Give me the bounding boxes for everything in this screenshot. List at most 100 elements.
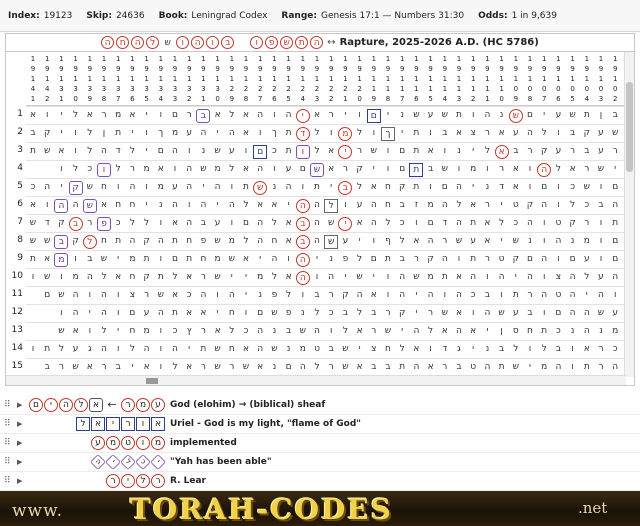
letter-cell[interactable]: ו xyxy=(537,235,551,249)
letter-cell[interactable]: ה xyxy=(551,235,565,249)
letter-cell[interactable]: ר xyxy=(480,127,494,141)
highlighted-letter-cell[interactable]: ם xyxy=(366,109,381,123)
letter-cell[interactable]: ה xyxy=(168,343,182,357)
letter-cell[interactable]: י xyxy=(324,181,338,195)
highlighted-letter-cell[interactable]: ה xyxy=(537,163,552,177)
letter-cell[interactable]: ר xyxy=(523,145,537,159)
expand-icon[interactable]: ▶ xyxy=(17,420,22,428)
letter-cell[interactable]: ב xyxy=(367,307,381,321)
letter-cell[interactable]: ם xyxy=(551,307,565,321)
letter-cell[interactable]: כ xyxy=(395,217,409,231)
letter-cell[interactable]: י xyxy=(466,145,480,159)
letter-cell[interactable]: ה xyxy=(310,217,324,231)
letter-cell[interactable]: י xyxy=(509,271,523,285)
letter-cell[interactable]: ה xyxy=(310,325,324,339)
vertical-scroll-thumb[interactable] xyxy=(626,82,633,172)
letter-cell[interactable]: ר xyxy=(495,163,509,177)
letter-cell[interactable]: ב xyxy=(424,163,438,177)
letter-cell[interactable]: י xyxy=(395,325,409,339)
letter-cell[interactable]: ע xyxy=(338,235,352,249)
letter-cell[interactable]: ה xyxy=(480,307,494,321)
letter-cell[interactable]: ה xyxy=(452,289,466,303)
letter-cell[interactable]: ה xyxy=(452,325,466,339)
highlighted-letter-cell[interactable]: ב xyxy=(54,235,69,249)
letter-cell[interactable]: י xyxy=(125,361,139,375)
letter-cell[interactable]: מ xyxy=(253,271,267,285)
letter-cell[interactable]: ת xyxy=(395,361,409,375)
letter-cell[interactable]: ב xyxy=(509,145,523,159)
letter-cell[interactable]: ו xyxy=(480,163,494,177)
letter-cell[interactable]: ל xyxy=(338,325,352,339)
letter-cell[interactable]: ש xyxy=(26,235,40,249)
letter-cell[interactable]: ו xyxy=(324,325,338,339)
letter-cell[interactable]: ב xyxy=(282,325,296,339)
letter-cell[interactable]: מ xyxy=(69,271,83,285)
letter-cell[interactable]: ו xyxy=(239,145,253,159)
letter-cell[interactable]: ש xyxy=(509,361,523,375)
letter-cell[interactable]: ה xyxy=(40,181,54,195)
letter-cell[interactable]: י xyxy=(381,109,395,123)
letter-cell[interactable]: ו xyxy=(111,289,125,303)
letter-cell[interactable]: ק xyxy=(566,217,580,231)
letter-cell[interactable]: נ xyxy=(594,325,608,339)
letter-cell[interactable]: ו xyxy=(551,253,565,267)
letter-cell[interactable]: ש xyxy=(367,145,381,159)
letter-cell[interactable]: ל xyxy=(537,127,551,141)
letter-cell[interactable]: ת xyxy=(452,109,466,123)
letter-cell[interactable]: ה xyxy=(253,217,267,231)
letter-cell[interactable]: ה xyxy=(69,289,83,303)
letter-cell[interactable]: ר xyxy=(580,217,594,231)
letter-cell[interactable]: כ xyxy=(83,163,97,177)
letter-cell[interactable]: ח xyxy=(523,325,537,339)
letter-cell[interactable]: נ xyxy=(196,145,210,159)
letter-cell[interactable]: ל xyxy=(580,271,594,285)
letter-cell[interactable]: ה xyxy=(154,307,168,321)
letter-cell[interactable]: א xyxy=(282,235,296,249)
letter-cell[interactable]: נ xyxy=(267,181,281,195)
letter-cell[interactable]: ל xyxy=(353,127,367,141)
letter-cell[interactable]: ח xyxy=(225,343,239,357)
letter-cell[interactable]: ו xyxy=(140,127,154,141)
letter-cell[interactable]: ע xyxy=(211,217,225,231)
letter-cell[interactable]: ש xyxy=(97,253,111,267)
letter-cell[interactable]: ה xyxy=(608,271,622,285)
letter-cell[interactable]: ב xyxy=(83,253,97,267)
letter-cell[interactable]: ה xyxy=(409,361,423,375)
letter-cell[interactable]: ס xyxy=(509,325,523,339)
vertical-scrollbar[interactable] xyxy=(624,52,634,377)
letter-cell[interactable]: מ xyxy=(296,343,310,357)
letter-cell[interactable]: נ xyxy=(495,109,509,123)
letter-cell[interactable]: ש xyxy=(324,217,338,231)
letter-cell[interactable]: ה xyxy=(537,289,551,303)
letter-cell[interactable]: ה xyxy=(608,361,622,375)
letter-cell[interactable]: ג xyxy=(83,343,97,357)
letter-cell[interactable]: ת xyxy=(40,343,54,357)
letter-cell[interactable]: ב xyxy=(338,307,352,321)
letter-cell[interactable]: ש xyxy=(353,271,367,285)
letter-cell[interactable]: ח xyxy=(97,181,111,195)
horizontal-scroll-thumb[interactable] xyxy=(146,378,158,384)
letter-cell[interactable]: ה xyxy=(310,235,324,249)
letter-cell[interactable]: ח xyxy=(125,325,139,339)
letter-cell[interactable]: ת xyxy=(381,253,395,267)
letter-cell[interactable]: ל xyxy=(225,325,239,339)
letter-cell[interactable]: ה xyxy=(367,217,381,231)
letter-cell[interactable]: ו xyxy=(594,217,608,231)
letter-cell[interactable]: ל xyxy=(239,235,253,249)
letter-cell[interactable]: ה xyxy=(551,361,565,375)
letter-cell[interactable]: ו xyxy=(551,199,565,213)
letter-cell[interactable]: ש xyxy=(381,325,395,339)
torah-codes-banner[interactable]: www. TORAH-CODES .net xyxy=(0,491,640,526)
letter-cell[interactable]: י xyxy=(211,127,225,141)
letter-cell[interactable]: ם xyxy=(40,289,54,303)
highlighted-letter-cell[interactable]: ב xyxy=(295,217,310,231)
letter-cell[interactable]: כ xyxy=(111,217,125,231)
letter-cell[interactable]: י xyxy=(111,325,125,339)
highlighted-letter-cell[interactable]: י xyxy=(338,217,353,231)
letter-cell[interactable]: ש xyxy=(580,181,594,195)
letter-cell[interactable]: א xyxy=(111,271,125,285)
letter-cell[interactable]: ה xyxy=(225,127,239,141)
letter-cell[interactable]: ו xyxy=(267,109,281,123)
letter-cell[interactable]: ש xyxy=(438,109,452,123)
letter-cell[interactable]: א xyxy=(480,217,494,231)
